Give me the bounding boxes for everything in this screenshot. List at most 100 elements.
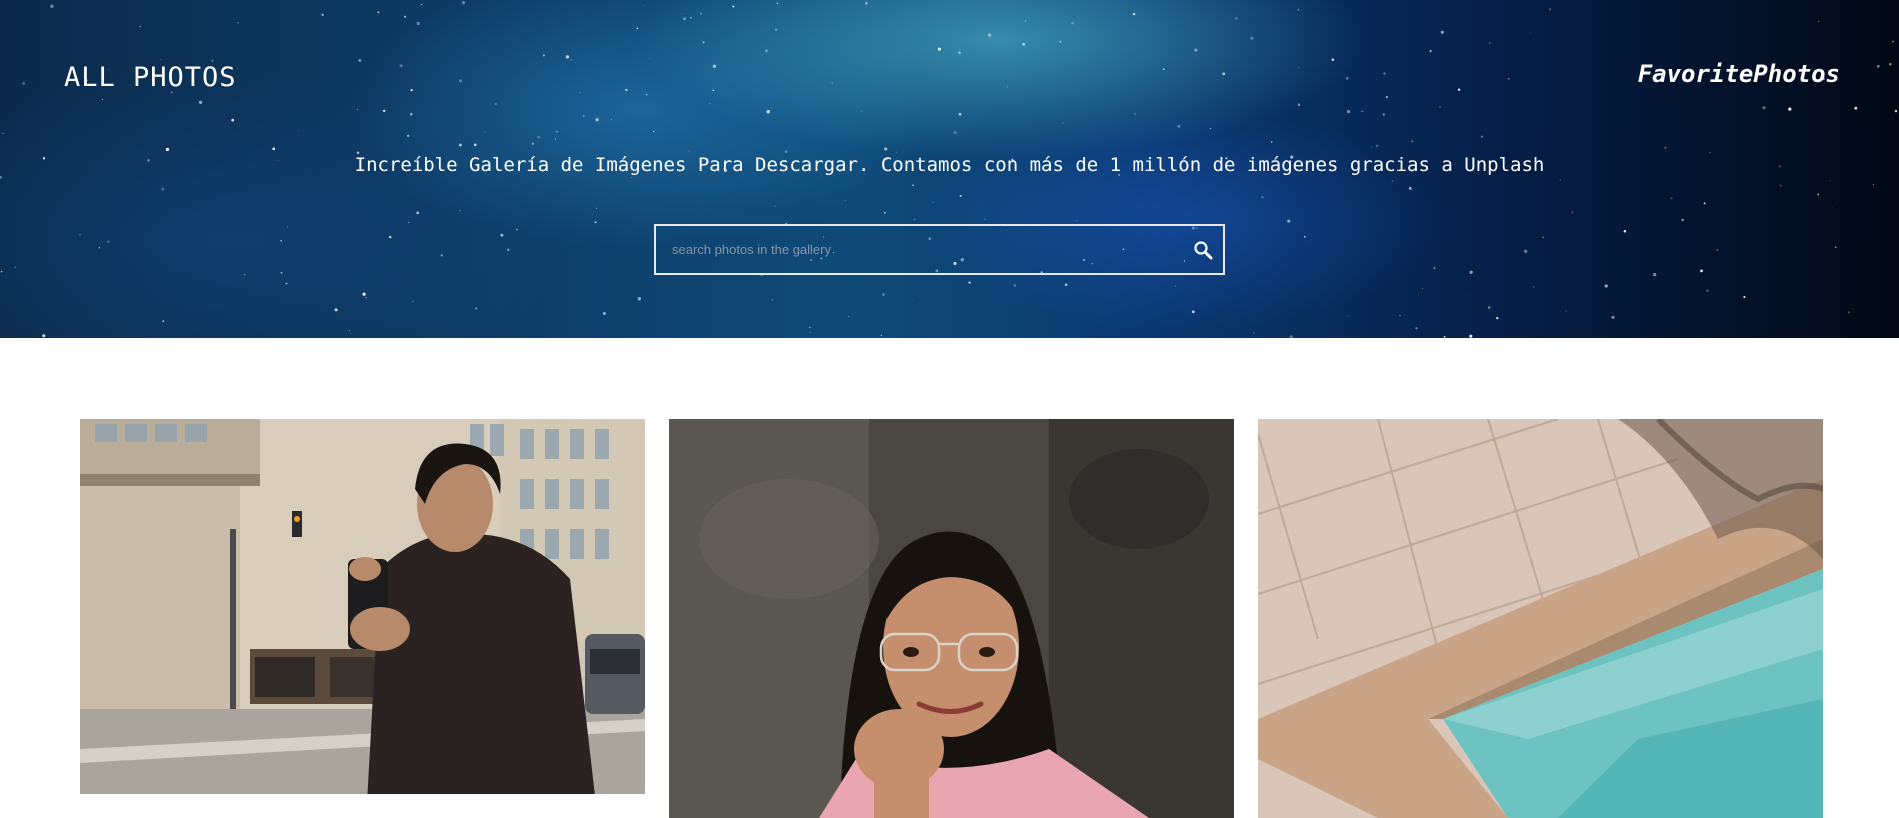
nav-all-photos-link[interactable]: ALL PHOTOS <box>64 62 237 93</box>
star <box>537 135 540 139</box>
star <box>1391 180 1394 182</box>
gallery-photo-3[interactable] <box>1258 419 1823 818</box>
star <box>645 93 648 96</box>
star <box>1872 184 1874 186</box>
star <box>280 271 283 274</box>
star <box>1059 40 1062 43</box>
star <box>776 2 779 5</box>
star <box>1415 327 1418 330</box>
star <box>882 293 885 296</box>
star <box>1623 230 1627 233</box>
star <box>1532 286 1535 288</box>
star <box>420 3 423 6</box>
gallery-photo-2[interactable] <box>669 419 1234 818</box>
star <box>636 27 639 30</box>
star <box>1496 316 1499 320</box>
gallery-photo-1[interactable] <box>80 419 645 794</box>
star <box>1457 88 1461 91</box>
star <box>603 312 606 315</box>
star <box>594 221 597 224</box>
star <box>389 235 392 239</box>
star <box>631 176 633 179</box>
star <box>98 247 101 249</box>
star <box>14 266 16 269</box>
star <box>1399 314 1401 316</box>
star <box>1439 106 1441 108</box>
star <box>2 132 5 135</box>
search-button[interactable] <box>1183 226 1223 273</box>
star <box>774 205 776 207</box>
star <box>1703 202 1706 205</box>
star <box>412 300 414 303</box>
star <box>516 228 518 231</box>
star <box>1530 32 1532 34</box>
star <box>688 150 690 152</box>
star <box>399 64 403 68</box>
star <box>0 271 3 273</box>
star <box>1408 186 1412 190</box>
star <box>198 100 203 105</box>
search-icon <box>1194 240 1213 259</box>
star <box>160 59 162 61</box>
star <box>473 143 477 147</box>
star <box>709 103 711 105</box>
star <box>1375 144 1379 148</box>
star <box>556 130 558 133</box>
star <box>484 131 486 133</box>
star <box>1177 124 1181 128</box>
photo-man-with-phone <box>80 419 645 794</box>
star <box>358 58 362 62</box>
search-input[interactable] <box>656 226 1183 273</box>
star <box>1611 315 1615 319</box>
star <box>0 175 2 179</box>
star <box>494 102 497 106</box>
brand-logo[interactable]: FavoritePhotos <box>1638 60 1840 88</box>
star <box>912 184 914 187</box>
star <box>357 108 358 110</box>
star <box>164 121 166 122</box>
star <box>1743 295 1746 299</box>
star <box>880 335 882 337</box>
star <box>161 187 165 191</box>
star <box>1132 12 1136 16</box>
star <box>1287 219 1291 223</box>
star <box>582 115 585 117</box>
star <box>1604 284 1608 288</box>
star <box>1411 140 1414 142</box>
star <box>912 299 913 301</box>
star <box>531 142 534 145</box>
star <box>1469 270 1473 274</box>
star <box>1559 179 1561 181</box>
star <box>1371 146 1373 148</box>
star <box>1780 185 1782 187</box>
star <box>139 25 142 28</box>
star <box>595 118 599 122</box>
star <box>913 218 916 221</box>
star <box>712 89 715 92</box>
star <box>1075 220 1077 221</box>
star <box>959 194 962 197</box>
star <box>1191 310 1195 314</box>
star <box>625 88 628 92</box>
star <box>1250 36 1254 40</box>
star <box>771 298 774 301</box>
star <box>1549 8 1551 11</box>
star <box>1134 113 1136 115</box>
star <box>1877 65 1880 68</box>
star <box>1024 20 1027 22</box>
star <box>1209 127 1212 130</box>
star <box>1671 197 1673 200</box>
star <box>382 109 386 113</box>
star <box>865 1 868 5</box>
star <box>1429 50 1432 53</box>
star <box>712 64 717 68</box>
star <box>1433 267 1436 270</box>
star <box>570 58 573 61</box>
star <box>162 320 165 323</box>
star <box>1261 196 1264 199</box>
star <box>1681 218 1684 222</box>
star <box>689 16 692 19</box>
star <box>22 82 25 85</box>
star <box>416 211 420 215</box>
star <box>1892 40 1894 43</box>
